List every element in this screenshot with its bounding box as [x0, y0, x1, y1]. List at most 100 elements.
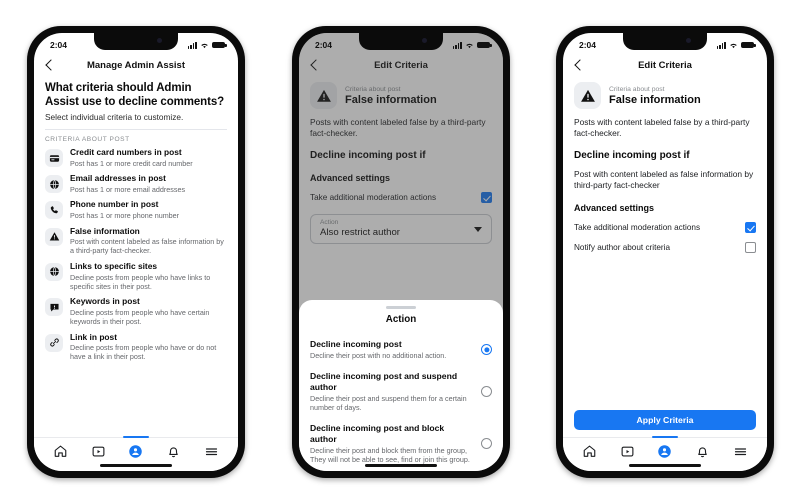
criteria-text: Link in post Decline posts from people w… — [70, 331, 227, 362]
notch — [359, 33, 443, 50]
tab-notifications[interactable] — [693, 442, 713, 462]
tab-menu[interactable] — [201, 442, 221, 462]
criteria-text: Keywords in post Decline posts from peop… — [70, 297, 227, 326]
phone-1-screen: 2:04 Manage Admin Assist What criteria s… — [34, 33, 238, 471]
criteria-item-link-in-post[interactable]: Link in post Decline posts from people w… — [45, 331, 227, 362]
criteria-item-credit-card[interactable]: Credit card numbers in post Post has 1 o… — [45, 147, 227, 168]
warning-triangle-icon — [574, 82, 601, 109]
notch — [94, 33, 178, 50]
phone-2-frame: 2:04 Edit Criteria Criteria about post F… — [292, 26, 510, 478]
option-text: Decline incoming post and block author D… — [310, 423, 473, 464]
criteria-eyebrow: Criteria about post — [609, 85, 665, 93]
option-decline-incoming-post[interactable]: Decline incoming post Decline their post… — [310, 334, 492, 366]
toggle-label-moderation: Take additional moderation actions — [574, 223, 701, 233]
tab-groups[interactable] — [655, 442, 675, 462]
divider — [45, 129, 227, 130]
decline-heading: Decline incoming post if — [574, 150, 690, 162]
toggle-label-notify: Notify author about criteria — [574, 243, 671, 253]
front-camera-icon — [686, 38, 691, 43]
status-indicators — [716, 41, 756, 49]
tab-home[interactable] — [580, 442, 600, 462]
back-chevron-icon[interactable] — [44, 60, 56, 72]
option-text: Decline incoming post and suspend author… — [310, 371, 473, 412]
tab-menu[interactable] — [730, 442, 750, 462]
criteria-title: Email addresses in post — [70, 173, 166, 184]
option-title: Decline incoming post — [310, 339, 402, 350]
criteria-title: Links to specific sites — [70, 260, 158, 271]
comment-icon — [45, 298, 63, 317]
option-text: Decline incoming post Decline their post… — [310, 339, 473, 360]
criteria-item-links-to-sites[interactable]: Links to specific sites Decline posts fr… — [45, 260, 227, 291]
phone-3-screen: 2:04 Edit Criteria Criteria about post F… — [563, 33, 767, 471]
decline-condition-value: Post with content labeled as false infor… — [574, 169, 754, 191]
radio-decline-and-block[interactable] — [481, 437, 492, 449]
globe-icon — [45, 175, 63, 194]
criteria-text: Phone number in post Post has 1 or more … — [70, 200, 227, 220]
criteria-item-keywords[interactable]: Keywords in post Decline posts from peop… — [45, 297, 227, 326]
phone-3-frame: 2:04 Edit Criteria Criteria about post F… — [556, 26, 774, 478]
criteria-item-false-information[interactable]: False information Post with content labe… — [45, 225, 227, 256]
status-indicators — [187, 41, 227, 49]
criteria-item-phone[interactable]: Phone number in post Post has 1 or more … — [45, 200, 227, 220]
front-camera-icon — [422, 38, 427, 43]
criteria-title: Keywords in post — [70, 296, 140, 307]
cellular-bars-icon — [716, 41, 726, 49]
criteria-title: False information — [70, 225, 140, 236]
home-indicator — [629, 463, 701, 467]
radio-decline-incoming-post[interactable] — [481, 344, 492, 356]
phone-3-body: Criteria about post False information Po… — [563, 77, 767, 254]
cellular-bars-icon — [452, 41, 462, 49]
credit-card-icon — [45, 149, 63, 167]
option-decline-and-block[interactable]: Decline incoming post and block author D… — [310, 418, 492, 470]
checkbox-take-additional-moderation-actions[interactable] — [745, 222, 756, 234]
back-chevron-icon[interactable] — [573, 60, 585, 72]
home-indicator — [100, 463, 172, 467]
criteria-text: Links to specific sites Decline posts fr… — [70, 260, 227, 291]
tab-home[interactable] — [51, 442, 71, 462]
phone-1-body: What criteria should Admin Assist use to… — [34, 77, 238, 361]
criteria-desc: Post has 1 or more phone number — [70, 211, 180, 221]
screen-heading: What criteria should Admin Assist use to… — [45, 82, 225, 109]
criteria-item-email[interactable]: Email addresses in post Post has 1 or mo… — [45, 174, 227, 194]
sheet-title: Action — [385, 314, 417, 326]
status-time: 2:04 — [50, 40, 68, 50]
phone-1-frame: 2:04 Manage Admin Assist What criteria s… — [27, 26, 245, 478]
tab-video[interactable] — [617, 442, 637, 462]
globe-icon — [45, 262, 63, 281]
option-decline-and-suspend[interactable]: Decline incoming post and suspend author… — [310, 366, 492, 418]
page-title: Edit Criteria — [638, 60, 692, 71]
advanced-settings-heading: Advanced settings — [574, 203, 655, 214]
section-caption: CRITERIA ABOUT POST — [45, 136, 130, 143]
sheet-grabber-icon[interactable] — [386, 306, 416, 310]
criteria-desc: Decline posts from people who have links… — [70, 272, 211, 291]
phone-3-navbar: Edit Criteria — [563, 54, 767, 77]
front-camera-icon — [157, 38, 162, 43]
option-title: Decline incoming post and suspend author — [310, 371, 458, 392]
apply-criteria-button[interactable]: Apply Criteria — [574, 410, 756, 430]
advanced-toggle-row-notify[interactable]: Notify author about criteria — [574, 242, 756, 254]
notch — [623, 33, 707, 50]
wifi-icon — [466, 43, 473, 48]
criteria-title: Phone number in post — [70, 199, 159, 210]
criteria-header: Criteria about post False information — [574, 82, 756, 109]
checkbox-notify-author-about-criteria[interactable] — [745, 242, 756, 254]
criteria-header-text: Criteria about post False information — [609, 86, 701, 106]
status-time: 2:04 — [579, 40, 597, 50]
criteria-title: Link in post — [70, 331, 117, 342]
status-indicators — [452, 41, 492, 49]
action-bottom-sheet: Action Decline incoming post Decline the… — [299, 300, 503, 471]
status-time: 2:04 — [315, 40, 333, 50]
battery-icon — [477, 41, 492, 49]
tab-video[interactable] — [88, 442, 108, 462]
advanced-toggle-row-moderation[interactable]: Take additional moderation actions — [574, 222, 756, 234]
radio-decline-and-suspend[interactable] — [481, 386, 492, 398]
cellular-bars-icon — [187, 41, 197, 49]
tab-groups[interactable] — [126, 442, 146, 462]
warning-triangle-icon — [45, 227, 63, 246]
battery-icon — [741, 41, 756, 49]
criteria-desc: Post with content labeled as false infor… — [70, 237, 224, 256]
criteria-name: False information — [609, 93, 701, 106]
tab-notifications[interactable] — [164, 442, 184, 462]
wifi-icon — [201, 43, 208, 48]
page-title: Manage Admin Assist — [86, 60, 185, 71]
